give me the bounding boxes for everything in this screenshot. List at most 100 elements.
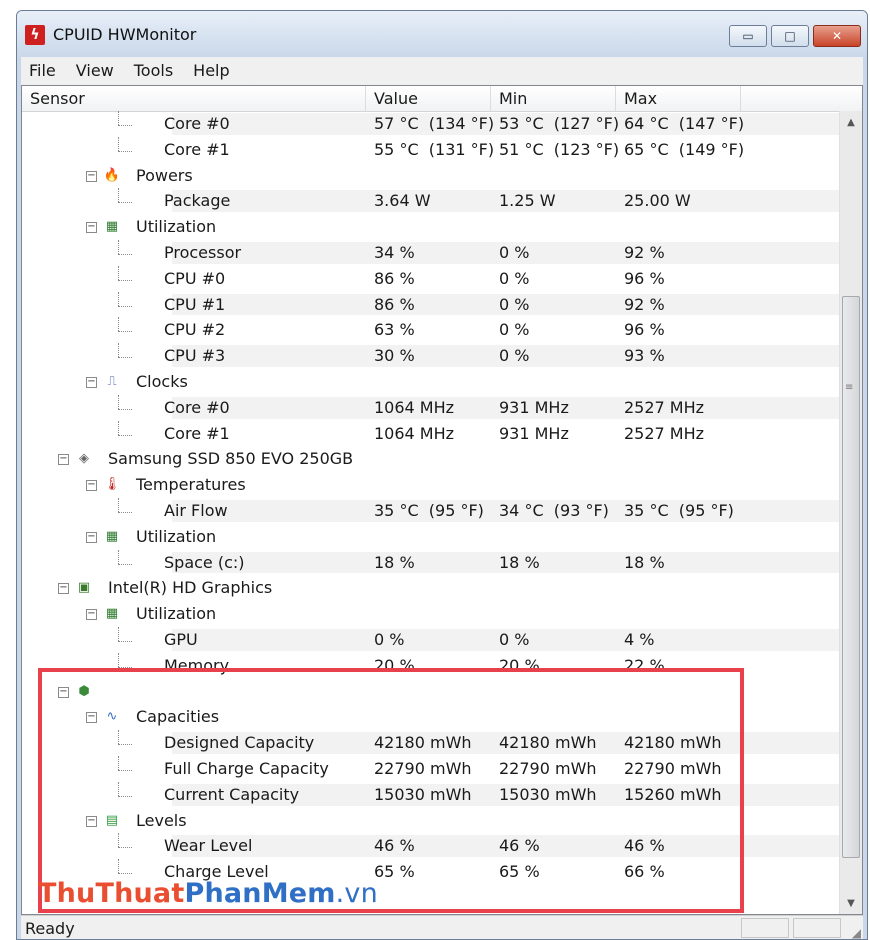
sensor-min: 34 °C (93 °F): [499, 500, 609, 520]
sensor-value: 63 %: [374, 320, 415, 340]
sensor-max: 15260 mWh: [624, 784, 722, 804]
collapse-toggle-icon[interactable]: −: [58, 454, 69, 466]
sensor-label: GPU: [164, 629, 198, 649]
collapse-toggle-icon[interactable]: −: [58, 583, 69, 595]
tree-node-row[interactable]: − ▦ Utilization: [22, 524, 840, 550]
sensor-label: Full Charge Capacity: [164, 758, 329, 778]
menu-help[interactable]: Help: [183, 57, 239, 85]
sensor-row[interactable]: Core #0 57 °C (134 °F) 53 °C (127 °F) 64 °C…: [22, 111, 840, 137]
sensor-row[interactable]: Designed Capacity 42180 mWh 42180 mWh 42180…: [22, 730, 840, 756]
tree-node-row[interactable]: − 🔥 Powers: [22, 163, 840, 189]
sensor-min: 0 %: [499, 629, 530, 649]
maximize-button[interactable]: □: [771, 25, 809, 47]
tree-line: [118, 239, 119, 254]
sensor-label: Core #1: [164, 423, 230, 443]
sensor-row[interactable]: Full Charge Capacity 22790 mWh 22790 mWh 22…: [22, 755, 840, 782]
tree-node-row[interactable]: − ▦ Utilization: [22, 601, 840, 627]
sensor-max: 92 %: [624, 242, 665, 262]
watermark: ThuThuatPhanMem.vn: [38, 878, 378, 909]
tree-node-row[interactable]: − ∿ Capacities: [22, 704, 840, 730]
sensor-row[interactable]: CPU #2 63 % 0 % 96 %: [22, 317, 840, 343]
menu-view[interactable]: View: [66, 57, 124, 85]
tree-line: [118, 291, 119, 306]
scroll-down-arrow-icon[interactable]: ▼: [840, 892, 862, 914]
tree-node-row[interactable]: − ▣ Intel(R) HD Graphics: [22, 575, 840, 601]
tree-line: [118, 563, 132, 565]
tree-line: [118, 420, 119, 435]
sensor-row[interactable]: CPU #0 86 % 0 % 96 %: [22, 265, 840, 292]
tree-node-row[interactable]: − ▤ Levels: [22, 808, 840, 834]
sensor-max: 4 %: [624, 629, 655, 649]
sensor-label: Levels: [136, 810, 187, 830]
tree-line: [118, 640, 132, 642]
collapse-toggle-icon[interactable]: −: [86, 712, 97, 724]
sensor-row[interactable]: Wear Level 46 % 46 % 46 %: [22, 833, 840, 859]
menu-tools[interactable]: Tools: [124, 57, 183, 85]
vertical-scrollbar[interactable]: ▲ ≡ ▼: [839, 111, 862, 914]
title-bar[interactable]: ϟ CPUID HWMonitor ▭ □ ✕: [17, 11, 867, 57]
scroll-thumb[interactable]: [842, 296, 860, 858]
sensor-row[interactable]: Core #1 55 °C (131 °F) 51 °C (123 °F) 65 °C…: [22, 136, 840, 163]
sensor-value: 34 %: [374, 242, 415, 262]
sensor-row[interactable]: Space (c:) 18 % 18 % 18 %: [22, 549, 840, 576]
sensor-row[interactable]: Package 3.64 W 1.25 W 25.00 W: [22, 188, 840, 214]
collapse-toggle-icon[interactable]: −: [86, 531, 97, 543]
sensor-max: 96 %: [624, 268, 665, 288]
sensor-row[interactable]: Air Flow 35 °C (95 °F) 34 °C (93 °F) 35 °C …: [22, 497, 840, 524]
tree-node-row[interactable]: − ▦ Utilization: [22, 214, 840, 240]
sensor-row[interactable]: CPU #3 30 % 0 % 93 %: [22, 343, 840, 369]
tree-line: [118, 125, 132, 126]
sensor-row[interactable]: CPU #1 86 % 0 % 92 %: [22, 291, 840, 318]
battery-icon: ⬢: [78, 683, 90, 699]
tree-node-row[interactable]: − ⎍ Clocks: [22, 369, 840, 395]
watermark-part1: ThuThuat: [38, 878, 185, 909]
collapse-toggle-icon[interactable]: −: [86, 222, 97, 234]
column-max[interactable]: Max: [616, 86, 741, 111]
collapse-toggle-icon[interactable]: −: [86, 480, 97, 492]
chart-icon: ▦: [105, 219, 119, 235]
sensor-max: 25.00 W: [624, 191, 691, 211]
tree-line: [118, 497, 119, 512]
column-header: Sensor Value Min Max: [22, 86, 862, 112]
minimize-button[interactable]: ▭: [729, 25, 767, 47]
resize-grip-icon[interactable]: ◢: [852, 926, 861, 939]
sensor-min: 65 %: [499, 862, 540, 882]
sensor-min: 15030 mWh: [499, 784, 597, 804]
tree-node-row[interactable]: − 🌡 Temperatures: [22, 472, 840, 498]
sensor-tree-panel: Sensor Value Min Max Core #0 57 °C (134 °…: [21, 85, 863, 915]
status-segment: [741, 918, 789, 938]
menu-file[interactable]: File: [21, 57, 66, 85]
sensor-label: Air Flow: [164, 500, 228, 520]
column-value[interactable]: Value: [366, 86, 491, 111]
sensor-min: 1.25 W: [499, 191, 556, 211]
sensor-label: Intel(R) HD Graphics: [108, 578, 273, 598]
collapse-toggle-icon[interactable]: −: [86, 815, 97, 827]
sensor-row[interactable]: Core #0 1064 MHz 931 MHz 2527 MHz: [22, 394, 840, 421]
sensor-row[interactable]: GPU 0 % 0 % 4 %: [22, 626, 840, 653]
scroll-up-arrow-icon[interactable]: ▲: [840, 111, 862, 133]
tree-line: [118, 652, 119, 667]
tree-node-row[interactable]: − ◈ Samsung SSD 850 EVO 250GB: [22, 446, 840, 472]
collapse-toggle-icon[interactable]: −: [86, 609, 97, 621]
column-sensor[interactable]: Sensor: [22, 86, 366, 111]
sensor-row[interactable]: Current Capacity 15030 mWh 15030 mWh 15260 …: [22, 781, 840, 808]
gpu-icon: ▣: [77, 580, 91, 596]
close-button[interactable]: ✕: [813, 25, 861, 47]
sensor-min: 53 °C (127 °F): [499, 114, 620, 133]
tree-line: [118, 795, 132, 797]
sensor-max: 46 %: [624, 836, 665, 856]
tree-node-row[interactable]: − ⬢: [22, 679, 840, 705]
column-min[interactable]: Min: [491, 86, 616, 111]
sensor-max: 22790 mWh: [624, 758, 722, 778]
sensor-row[interactable]: Processor 34 % 0 % 92 %: [22, 239, 840, 266]
sensor-row[interactable]: Memory 20 % 20 % 22 %: [22, 652, 840, 679]
chart-icon: ▦: [105, 528, 119, 544]
tree-line: [118, 769, 132, 771]
menu-bar: File View Tools Help: [21, 57, 863, 85]
collapse-toggle-icon[interactable]: −: [86, 376, 97, 388]
collapse-toggle-icon[interactable]: −: [58, 686, 69, 698]
sensor-row[interactable]: Core #1 1064 MHz 931 MHz 2527 MHz: [22, 420, 840, 447]
chart-icon: ▦: [105, 606, 119, 622]
tree-line: [118, 781, 119, 796]
collapse-toggle-icon[interactable]: −: [86, 170, 97, 182]
